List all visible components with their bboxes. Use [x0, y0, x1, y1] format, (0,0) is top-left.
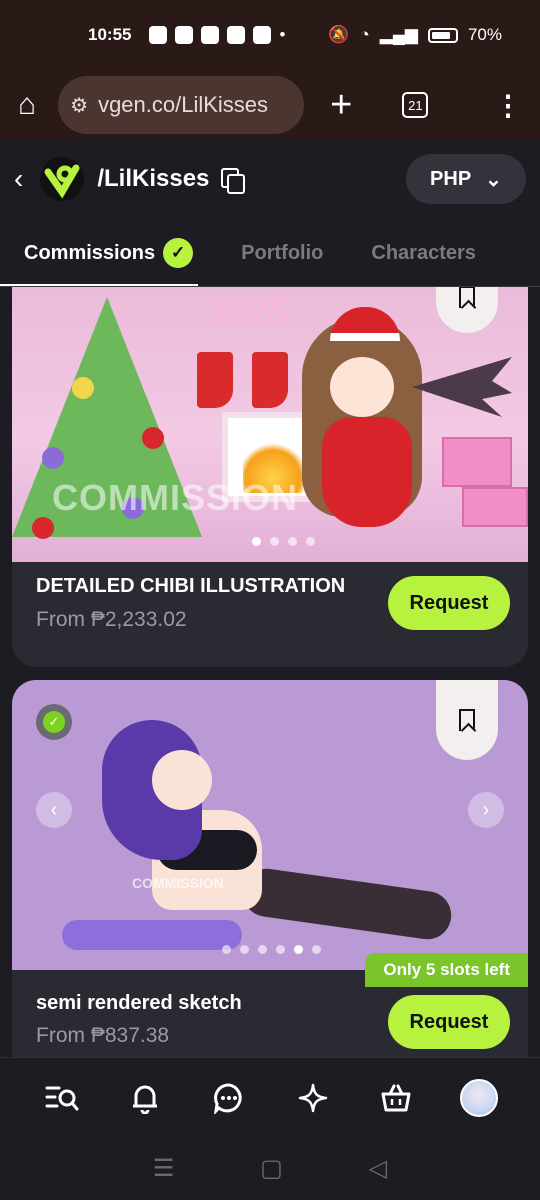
- search-list-icon[interactable]: [42, 1078, 82, 1118]
- carousel-prev-button[interactable]: ‹: [36, 792, 72, 828]
- sparkle-icon[interactable]: [293, 1078, 333, 1118]
- commission-list[interactable]: 2025 COMMISSION DETAILED CHIBI ILLUSTRAT…: [0, 287, 540, 1057]
- basket-icon[interactable]: [376, 1078, 416, 1118]
- wifi-icon: ◔: [359, 25, 370, 44]
- stocking: [197, 352, 233, 408]
- profile-username: /LilKisses: [97, 165, 210, 192]
- commission-card[interactable]: 2025 COMMISSION DETAILED CHIBI ILLUSTRAT…: [12, 287, 528, 667]
- home-button-icon[interactable]: ▢: [260, 1154, 283, 1183]
- gift-box: [462, 487, 528, 527]
- bell-icon[interactable]: [125, 1078, 165, 1118]
- tab-label: Commissions: [24, 241, 156, 264]
- menu-icon[interactable]: ⋮: [494, 89, 522, 122]
- verified-badge: ✓: [36, 704, 72, 740]
- stocking: [252, 352, 288, 408]
- battery-icon: [427, 27, 458, 43]
- bookmark-icon: [459, 709, 475, 731]
- mute-icon: 🔕: [328, 25, 350, 44]
- ornament: [32, 517, 54, 539]
- watermark: COMMISSION: [52, 477, 299, 518]
- back-icon[interactable]: ‹: [14, 163, 23, 195]
- ornament: [142, 427, 164, 449]
- commission-title: DETAILED CHIBI ILLUSTRATION: [36, 575, 346, 597]
- request-button[interactable]: Request: [388, 995, 510, 1049]
- commission-card[interactable]: COMMISSION ‹ › ✓ Only 5 slots left semi …: [12, 680, 528, 1057]
- chat-icon[interactable]: [209, 1078, 249, 1118]
- status-bar: 10:55 • 🔕 ◔ ▂▄▆ 70%: [0, 0, 540, 70]
- bottom-navigation: [0, 1057, 540, 1137]
- carousel-dots: [222, 945, 321, 954]
- url-bar[interactable]: ⚙ vgen.co/LilKisses: [58, 76, 305, 134]
- recents-icon[interactable]: ☰: [153, 1154, 175, 1183]
- watermark: COMMISSION: [132, 875, 224, 891]
- gift-box: [442, 437, 512, 487]
- home-icon[interactable]: ⌂: [18, 88, 36, 122]
- profile-header: ‹ /LilKisses PHP ⌄: [0, 140, 540, 218]
- tab-label: Portfolio: [241, 241, 324, 264]
- check-icon: ✓: [163, 238, 194, 268]
- tab-portfolio[interactable]: Portfolio: [241, 242, 323, 265]
- commission-title: semi rendered sketch: [36, 992, 242, 1014]
- new-tab-icon[interactable]: +: [330, 86, 352, 124]
- profile-tabs: Commissions ✓ Portfolio Characters: [0, 218, 540, 288]
- ornament: [42, 447, 64, 469]
- messenger-icon: [175, 26, 194, 44]
- currency-value: PHP: [430, 167, 472, 190]
- more-dot-icon: •: [279, 25, 286, 44]
- check-icon: ✓: [43, 711, 65, 733]
- status-time: 10:55: [88, 25, 132, 44]
- ornament: [72, 377, 94, 399]
- vgen-logo[interactable]: [39, 156, 85, 202]
- tab-switcher-button[interactable]: 21: [402, 92, 429, 118]
- site-settings-icon[interactable]: ⚙: [70, 93, 88, 118]
- discord-icon: [149, 26, 168, 44]
- browser-toolbar: ⌂ ⚙ vgen.co/LilKisses + 21 ⋮: [0, 70, 540, 140]
- copy-icon[interactable]: [221, 168, 246, 194]
- commission-price: From ₱837.38: [36, 1024, 170, 1047]
- currency-selector[interactable]: PHP ⌄: [406, 154, 526, 204]
- chibi-character: [292, 307, 442, 557]
- commission-price: From ₱2,233.02: [36, 608, 187, 631]
- shopee-icon: [227, 26, 246, 44]
- url-text: vgen.co/LilKisses: [98, 92, 269, 117]
- system-navigation: ☰ ▢ ◁: [0, 1137, 540, 1200]
- year-decoration: 2025: [212, 293, 288, 331]
- notification-icons: •: [149, 25, 285, 45]
- bookmark-button[interactable]: [436, 680, 498, 760]
- tab-label: Characters: [371, 241, 476, 264]
- tab-commissions[interactable]: Commissions ✓: [24, 238, 194, 268]
- tab-characters[interactable]: Characters: [371, 242, 476, 265]
- battery-level: 70%: [467, 25, 502, 44]
- photos-icon: [201, 26, 220, 44]
- carousel-next-button[interactable]: ›: [468, 792, 504, 828]
- request-button[interactable]: Request: [388, 576, 510, 630]
- signal-icon: ▂▄▆: [379, 25, 418, 44]
- app-icon: [253, 26, 272, 44]
- bookmark-icon: [459, 287, 475, 308]
- carousel-dots: [252, 537, 315, 546]
- slots-badge: Only 5 slots left: [365, 953, 528, 987]
- chevron-down-icon: ⌄: [485, 168, 502, 191]
- back-nav-icon[interactable]: ◁: [369, 1154, 387, 1183]
- sketch-character: [62, 710, 462, 960]
- avatar[interactable]: [460, 1078, 499, 1117]
